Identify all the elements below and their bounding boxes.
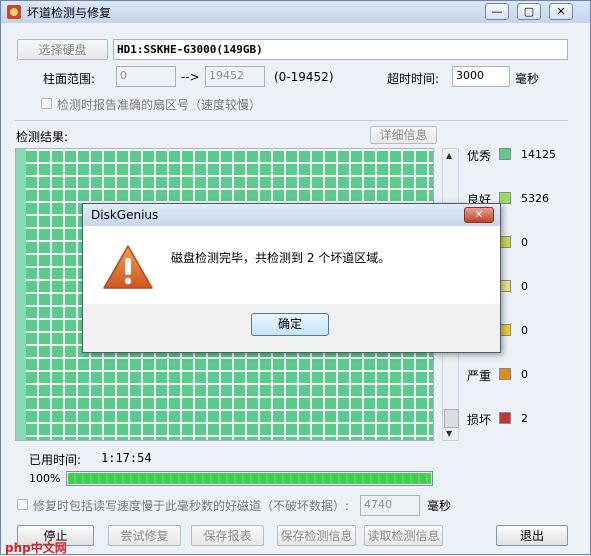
- legend-count-level4: 0: [521, 280, 528, 293]
- legend-count-severe: 0: [521, 368, 528, 381]
- legend-label-excellent: 优秀: [467, 149, 492, 163]
- scroll-thumb[interactable]: [444, 409, 459, 428]
- repair-slow-unit: 毫秒: [427, 499, 452, 513]
- dialog-close-button[interactable]: ✕: [464, 207, 494, 223]
- scroll-up-icon[interactable]: ▲: [446, 151, 452, 160]
- restore-icon: ▢: [523, 5, 535, 18]
- save-report-button[interactable]: 保存报表: [191, 525, 264, 546]
- elapsed-value: 1:17:54: [101, 451, 152, 465]
- result-dialog: DiskGenius ✕ 磁盘检测完毕，共检测到 2 个坏道区域。 确定: [82, 203, 501, 353]
- dialog-ok-button[interactable]: 确定: [251, 313, 329, 336]
- range-end-field[interactable]: 19452: [205, 66, 265, 87]
- read-check-info-button[interactable]: 读取检测信息: [364, 525, 443, 546]
- range-arrow: -->: [181, 70, 200, 84]
- legend-swatch-severe: [499, 368, 511, 380]
- dialog-close-icon: ✕: [474, 208, 484, 221]
- timeout-field[interactable]: 3000: [452, 66, 510, 87]
- dialog-title-bar: DiskGenius ✕: [83, 204, 500, 226]
- exit-button[interactable]: 退出: [496, 525, 568, 546]
- progress-bar: [66, 471, 433, 486]
- elapsed-label: 已用时间:: [29, 453, 82, 467]
- legend-count-excellent: 14125: [521, 148, 556, 161]
- progress-percent: 100%: [29, 472, 61, 485]
- close-button[interactable]: ✕: [549, 3, 573, 20]
- detail-info-button[interactable]: 详细信息: [370, 126, 437, 144]
- try-repair-button[interactable]: 尝试修复: [108, 525, 181, 546]
- legend-count-good: 5326: [521, 192, 549, 205]
- dialog-footer: 确定: [83, 304, 500, 352]
- title-bar: 坏道检测与修复 — ▢ ✕: [1, 1, 590, 23]
- close-icon: ✕: [556, 5, 566, 18]
- restore-button[interactable]: ▢: [517, 3, 541, 20]
- select-disk-button[interactable]: 选择硬盘: [17, 39, 108, 60]
- scroll-down-icon[interactable]: ▼: [446, 429, 452, 438]
- minimize-button[interactable]: —: [485, 3, 509, 20]
- repair-slow-field[interactable]: 4740: [360, 495, 420, 516]
- range-hint: (0-19452): [274, 70, 334, 84]
- legend-label-severe: 严重: [467, 369, 492, 383]
- legend-swatch-damaged: [499, 412, 511, 424]
- progress-fill: [68, 473, 431, 484]
- range-start-field[interactable]: 0: [116, 66, 176, 87]
- app-icon: [7, 5, 21, 19]
- repair-slow-label: 修复时包括读写速度慢于此毫秒数的好磁道（不破坏数据）:: [33, 499, 350, 513]
- dialog-title: DiskGenius: [91, 208, 159, 222]
- legend-count-damaged: 2: [521, 412, 528, 425]
- report-sector-label: 检测时报告准确的扇区号（速度较慢）: [57, 98, 262, 112]
- timeout-unit: 毫秒: [515, 72, 540, 86]
- results-label: 检测结果:: [16, 130, 69, 144]
- legend-count-level5: 0: [521, 324, 528, 337]
- legend-swatch-excellent: [499, 148, 511, 160]
- window-title: 坏道检测与修复: [27, 6, 112, 20]
- minimize-icon: —: [491, 5, 503, 18]
- watermark: php中文网: [5, 541, 67, 555]
- dialog-message: 磁盘检测完毕，共检测到 2 个坏道区域。: [171, 251, 391, 265]
- separator: [15, 120, 568, 121]
- sector-map-edge: [16, 149, 26, 440]
- legend-label-damaged: 损坏: [467, 413, 492, 427]
- legend-count-level3: 0: [521, 236, 528, 249]
- warning-icon: [103, 245, 153, 289]
- timeout-label: 超时时间:: [387, 72, 440, 86]
- disk-name-field: HD1:SSKHE-G3000(149GB): [113, 39, 568, 60]
- repair-slow-checkbox[interactable]: [17, 499, 28, 510]
- report-sector-checkbox[interactable]: [41, 98, 52, 109]
- save-check-info-button[interactable]: 保存检测信息: [277, 525, 356, 546]
- cylinder-range-label: 柱面范围:: [43, 72, 96, 86]
